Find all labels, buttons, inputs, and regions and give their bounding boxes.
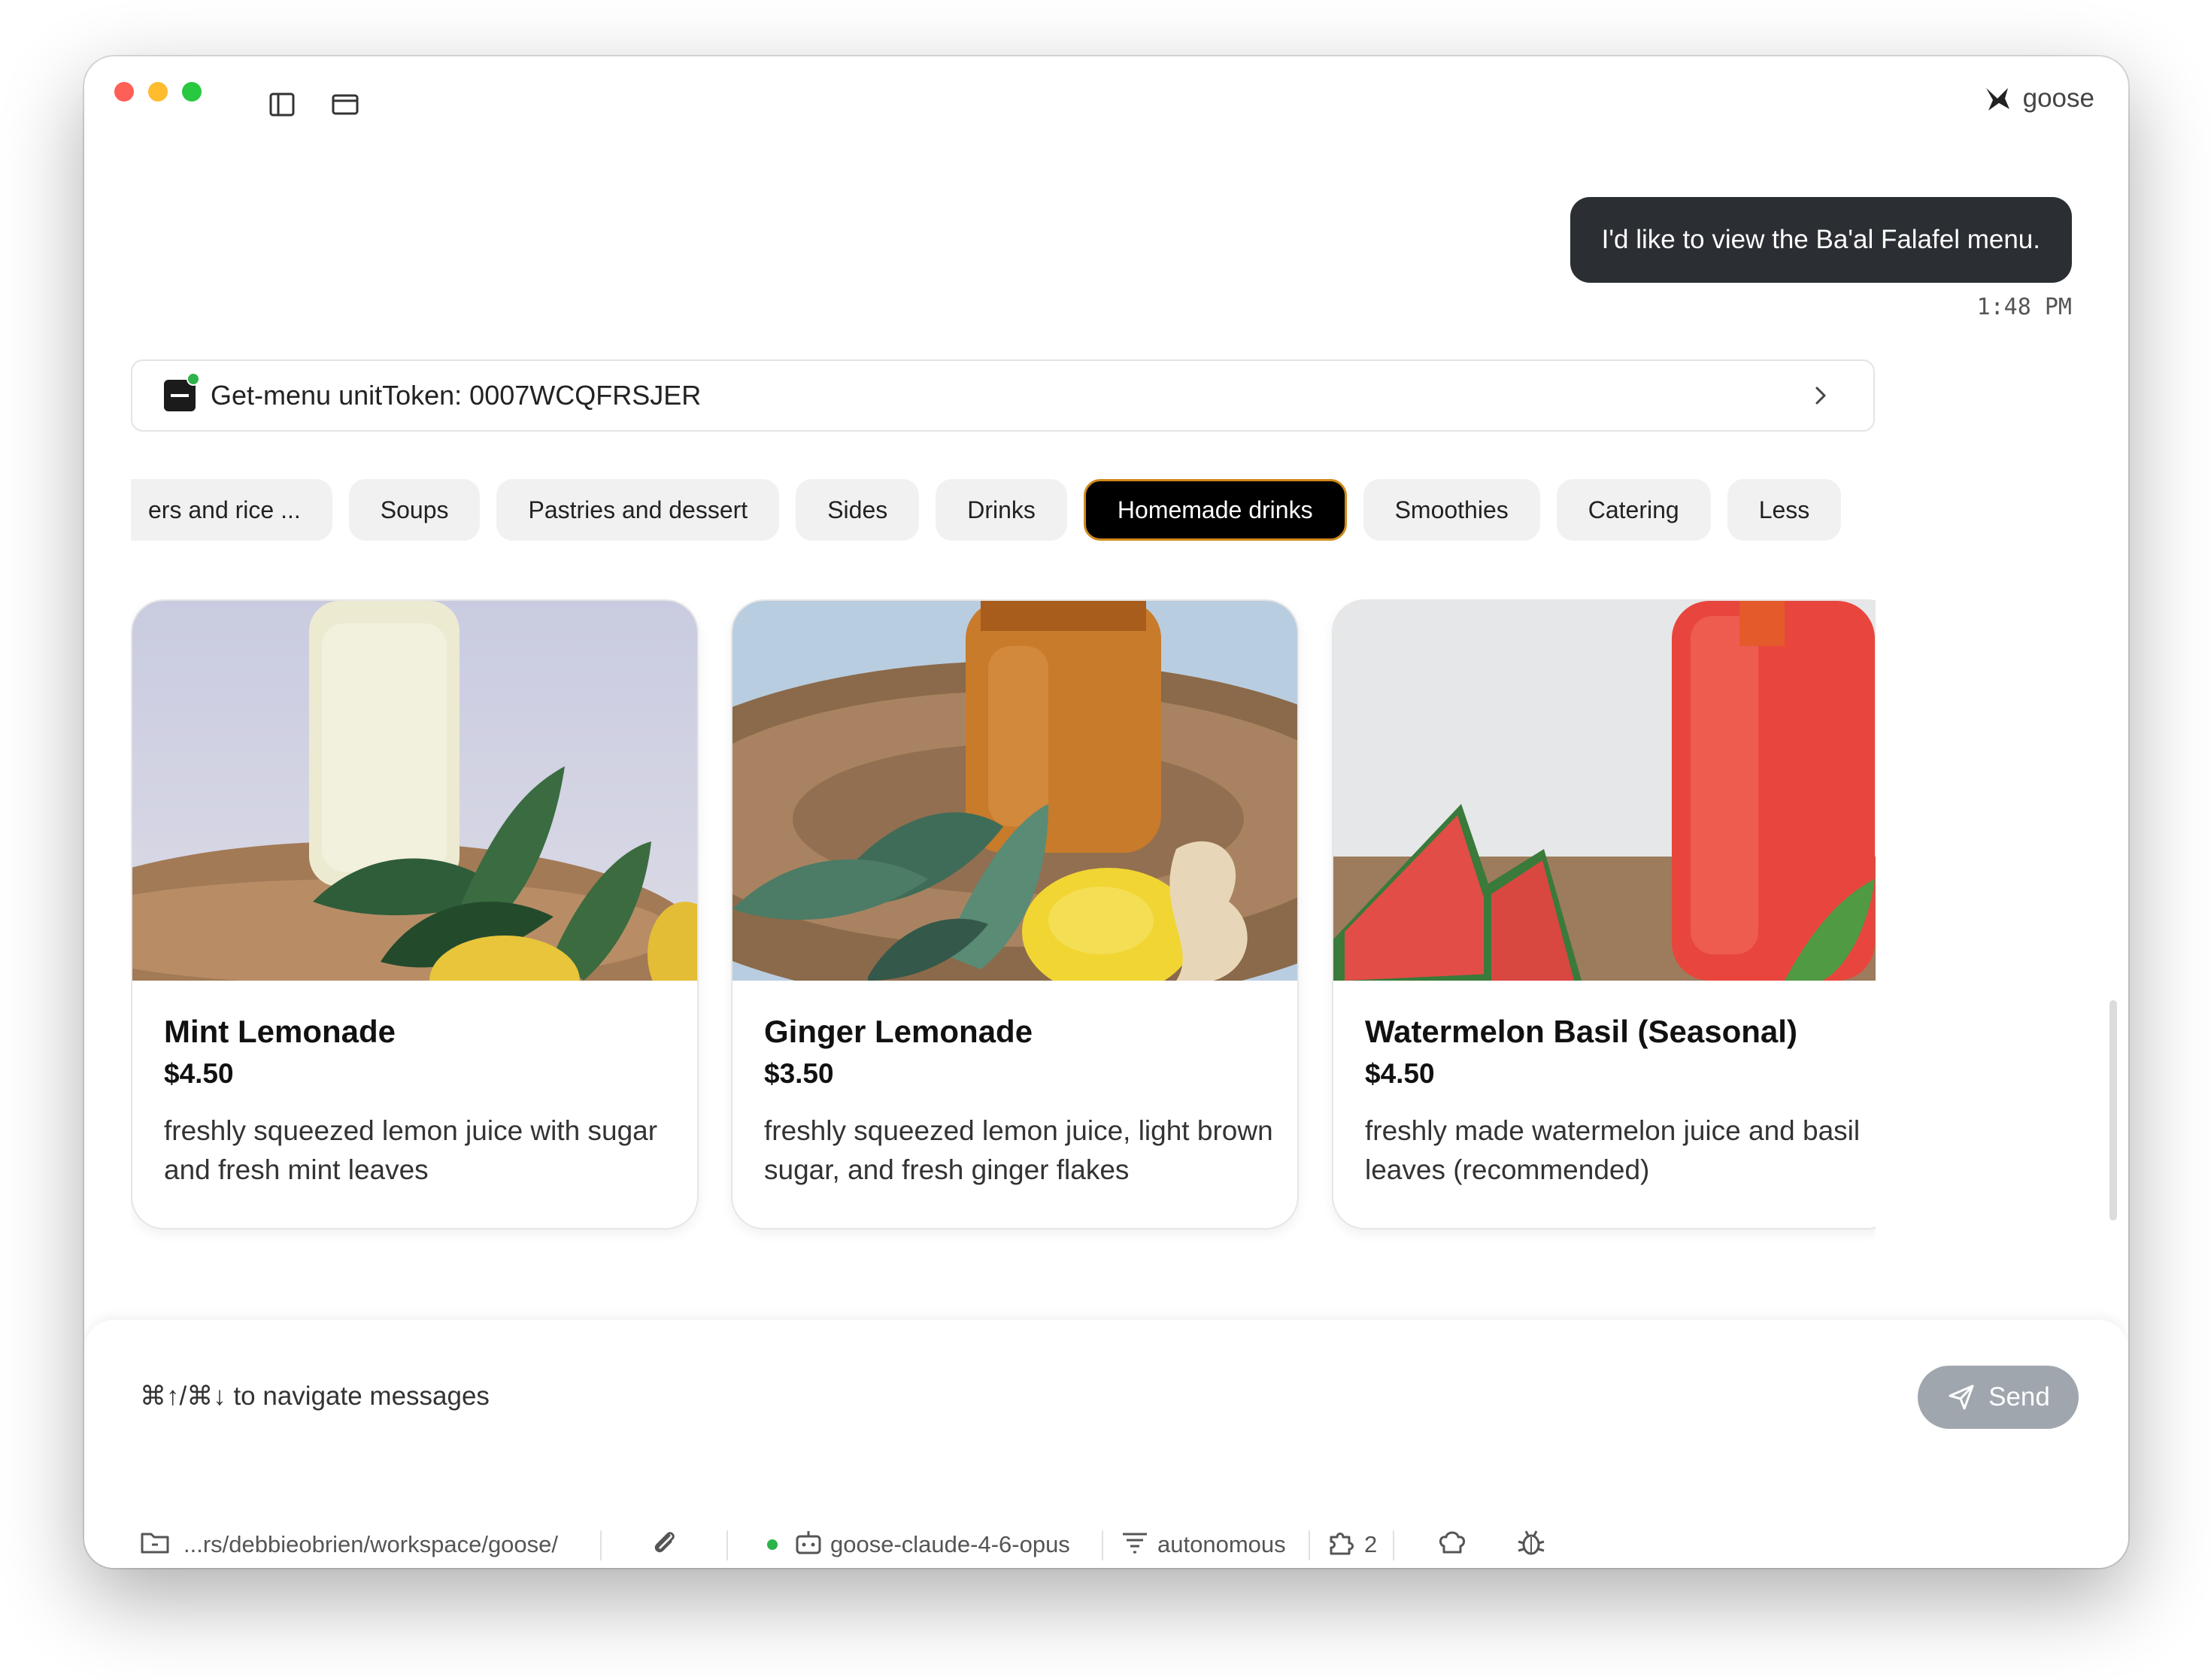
divider <box>1102 1530 1103 1560</box>
maximize-window-button[interactable] <box>182 82 202 102</box>
category-chip-active[interactable]: Homemade drinks <box>1083 479 1347 541</box>
model-status-dot <box>767 1539 778 1550</box>
category-chip-label: ers and rice ... <box>148 496 301 523</box>
menu-item-price: $4.50 <box>1365 1058 1435 1089</box>
tool-status-dot <box>187 372 200 386</box>
category-chip[interactable]: ers and rice ... <box>131 479 332 541</box>
brand-name: goose <box>2022 83 2094 113</box>
minimize-window-button[interactable] <box>148 82 168 102</box>
menu-item-price: $4.50 <box>164 1058 234 1089</box>
divider <box>726 1530 728 1560</box>
category-chip[interactable]: Catering <box>1556 479 1711 541</box>
menu-item-carousel: Mint Lemonade $4.50 freshly squeezed lem… <box>131 599 1876 1291</box>
menu-item-name: Ginger Lemonade <box>764 1014 1033 1049</box>
menu-item-image <box>132 601 697 981</box>
user-message-bubble: I'd like to view the Ba'al Falafel menu. <box>1570 197 2072 283</box>
category-chip[interactable]: Drinks <box>936 479 1067 541</box>
mode-filter-icon[interactable] <box>1119 1527 1151 1558</box>
message-input[interactable]: ⌘↑/⌘↓ to navigate messages <box>140 1381 490 1412</box>
category-chip-label: Homemade drinks <box>1117 496 1313 523</box>
category-chip[interactable]: Soups <box>348 479 481 541</box>
category-chip[interactable]: Sides <box>796 479 920 541</box>
category-chip-label: Pastries and dessert <box>528 496 748 523</box>
window-icon[interactable] <box>330 89 360 120</box>
divider <box>600 1530 602 1560</box>
menu-item-card[interactable]: Watermelon Basil (Seasonal) $4.50 freshl… <box>1332 599 1876 1230</box>
menu-item-description: freshly squeezed lemon juice with sugar … <box>164 1115 658 1185</box>
goose-logo-icon <box>1985 88 2009 111</box>
divider <box>1309 1530 1310 1560</box>
tool-call-row[interactable]: Get-menu unitToken: 0007WCQFRSJER <box>131 359 1875 432</box>
send-button[interactable]: Send <box>1918 1366 2079 1429</box>
menu-item-image <box>1333 601 1876 981</box>
model-selector[interactable]: goose-claude-4-6-opus <box>830 1527 1070 1563</box>
paperclip-icon[interactable] <box>648 1527 680 1558</box>
app-brand: goose <box>1982 83 2094 114</box>
category-chip-label: Soups <box>380 496 449 523</box>
category-chip-label: Less <box>1758 496 1810 523</box>
send-label: Send <box>1988 1382 2050 1412</box>
chevron-right-icon[interactable] <box>1806 381 1836 411</box>
menu-item-description: freshly made watermelon juice and basil … <box>1365 1115 1861 1185</box>
category-tabs: ers and rice ... Soups Pastries and dess… <box>131 479 1876 544</box>
category-chip-label: Smoothies <box>1394 496 1509 523</box>
chef-hat-icon[interactable] <box>1436 1527 1468 1558</box>
menu-item-name: Watermelon Basil (Seasonal) <box>1365 1014 1797 1049</box>
menu-item-image <box>732 601 1297 981</box>
folder-icon[interactable] <box>139 1527 171 1558</box>
category-chip[interactable]: Pastries and dessert <box>496 479 780 541</box>
divider <box>1393 1530 1394 1560</box>
category-chip-label: Drinks <box>967 496 1036 523</box>
menu-item-price: $3.50 <box>764 1058 834 1089</box>
bot-icon[interactable] <box>793 1527 824 1558</box>
category-chip[interactable]: Smoothies <box>1363 479 1540 541</box>
tool-call-label: Get-menu unitToken: 0007WCQFRSJER <box>211 380 702 411</box>
bug-icon[interactable] <box>1515 1527 1547 1558</box>
app-window: goose I'd like to view the Ba'al Falafel… <box>84 56 2128 1568</box>
chat-scrollbar[interactable] <box>2109 1000 2117 1221</box>
menu-item-name: Mint Lemonade <box>164 1014 396 1049</box>
puzzle-extensions-icon[interactable] <box>1325 1527 1357 1558</box>
menu-item-card[interactable]: Ginger Lemonade $3.50 freshly squeezed l… <box>731 599 1299 1230</box>
show-less-chip[interactable]: Less <box>1727 479 1842 541</box>
menu-item-card[interactable]: Mint Lemonade $4.50 freshly squeezed lem… <box>131 599 699 1230</box>
send-icon <box>1949 1384 1974 1410</box>
working-directory[interactable]: ...rs/debbieobrien/workspace/goose/ <box>183 1527 558 1563</box>
mode-selector[interactable]: autonomous <box>1157 1527 1286 1563</box>
sidebar-toggle-icon[interactable] <box>267 89 297 120</box>
menu-item-description: freshly squeezed lemon juice, light brow… <box>764 1115 1273 1185</box>
category-chip-label: Catering <box>1588 496 1679 523</box>
message-timestamp: 1:48 PM <box>1976 294 2072 320</box>
close-window-button[interactable] <box>114 82 134 102</box>
category-chip-label: Sides <box>827 496 888 523</box>
extensions-count[interactable]: 2 <box>1364 1527 1377 1563</box>
